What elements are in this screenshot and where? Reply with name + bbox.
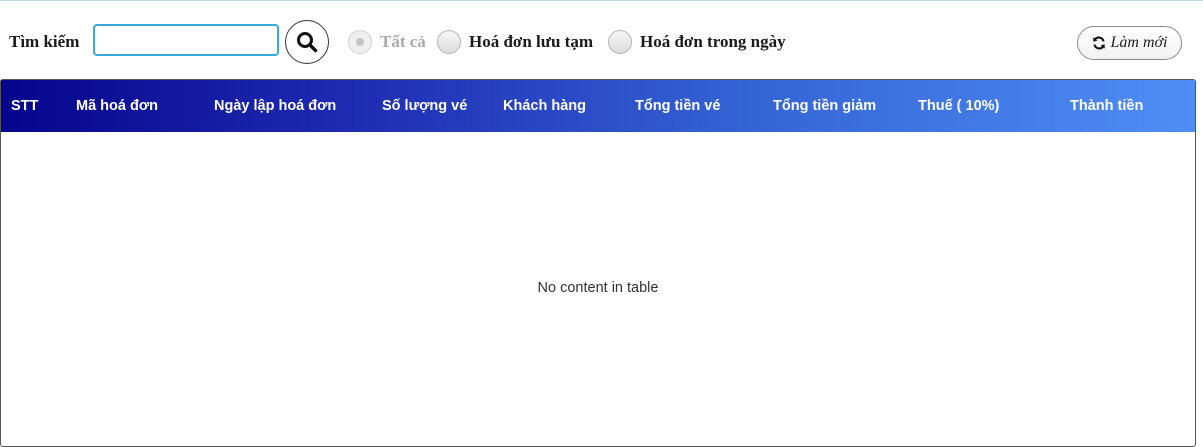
invoice-table: STT Mã hoá đơn Ngày lập hoá đơn Số lượng… <box>0 79 1196 447</box>
search-button[interactable] <box>285 20 329 64</box>
filter-all-label: Tất cả <box>380 32 426 51</box>
refresh-button[interactable]: Làm mới <box>1077 26 1182 60</box>
column-header-invoice-code[interactable]: Mã hoá đơn <box>76 98 158 114</box>
refresh-label: Làm mới <box>1110 34 1168 51</box>
radio-indicator-all[interactable] <box>348 30 372 54</box>
toolbar: Tìm kiếm Tất cả Hoá đơn lưu tạm Hoá đơn … <box>0 1 1203 79</box>
filter-all-radio[interactable]: Tất cả <box>348 29 426 55</box>
search-icon <box>297 32 318 53</box>
right-margin <box>1196 1 1203 447</box>
search-label: Tìm kiếm <box>9 32 80 51</box>
filter-today-invoices-radio[interactable]: Hoá đơn trong ngày <box>608 29 786 55</box>
search-input[interactable] <box>93 24 279 56</box>
column-header-total-discount[interactable]: Tổng tiền giảm <box>773 98 876 114</box>
table-empty-message: No content in table <box>537 280 659 296</box>
radio-indicator-draft[interactable] <box>437 30 461 54</box>
column-header-invoice-date[interactable]: Ngày lập hoá đơn <box>214 98 336 114</box>
column-header-total-ticket-amount[interactable]: Tổng tiền vé <box>635 98 720 114</box>
column-header-customer[interactable]: Khách hàng <box>503 98 586 114</box>
column-header-ticket-quantity[interactable]: Số lượng vé <box>382 98 467 114</box>
column-header-tax[interactable]: Thuế ( 10%) <box>918 98 999 114</box>
filter-draft-invoices-radio[interactable]: Hoá đơn lưu tạm <box>437 29 593 55</box>
filter-today-invoices-label: Hoá đơn trong ngày <box>640 32 786 51</box>
refresh-icon <box>1092 36 1105 50</box>
column-header-total[interactable]: Thành tiền <box>1070 98 1143 114</box>
invoice-list-page: Tìm kiếm Tất cả Hoá đơn lưu tạm Hoá đơn … <box>0 0 1203 447</box>
column-header-stt[interactable]: STT <box>11 98 38 114</box>
radio-indicator-today[interactable] <box>608 30 632 54</box>
filter-draft-invoices-label: Hoá đơn lưu tạm <box>469 32 593 51</box>
table-header: STT Mã hoá đơn Ngày lập hoá đơn Số lượng… <box>1 80 1195 132</box>
